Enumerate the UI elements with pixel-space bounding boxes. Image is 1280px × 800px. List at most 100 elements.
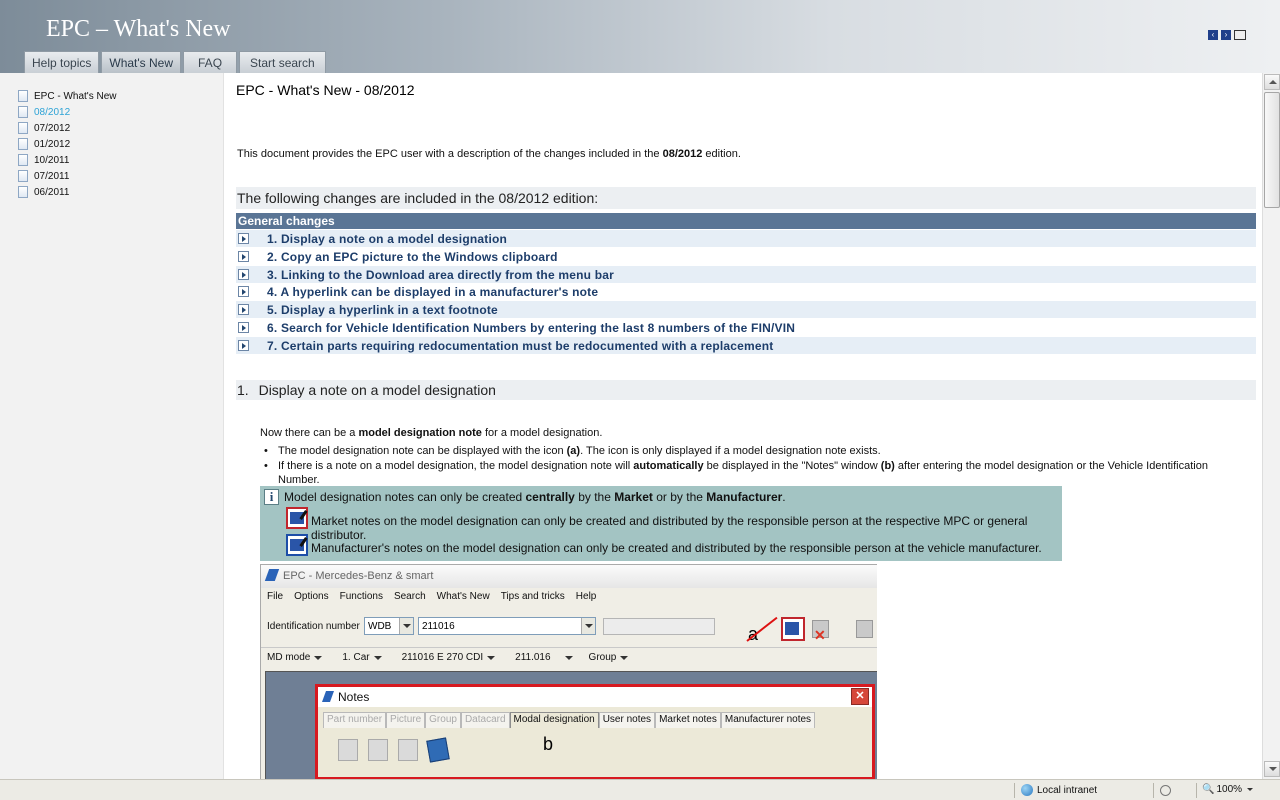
notes-title-bar: Notes ✕ (318, 687, 872, 707)
change-link[interactable]: 5. Display a hyperlink in a text footnot… (267, 303, 498, 317)
status-divider (1196, 783, 1197, 798)
id-prefix-combo: WDB (364, 617, 414, 635)
change-item-2[interactable]: 2. Copy an EPC picture to the Windows cl… (236, 248, 1256, 265)
notes-tab-datacard: Datacard (460, 712, 510, 728)
book-icon (426, 737, 450, 763)
sidebar-item-06-2011[interactable]: 06/2011 (18, 185, 69, 199)
md-label: 1. Car (342, 652, 370, 663)
md-type: 211.016 (509, 648, 573, 667)
scroll-down-icon[interactable] (1264, 761, 1280, 777)
tab-whats-new[interactable]: What's New (101, 51, 182, 73)
epc-md-row: MD mode 1. Car 211016 E 270 CDI 211.016 … (261, 647, 877, 667)
para-bold: model designation note (358, 427, 482, 439)
info-bold: Market (614, 490, 653, 504)
sidebar-item-10-2011[interactable]: 10/2011 (18, 153, 69, 167)
tab-start-search[interactable]: Start search (239, 51, 326, 73)
scroll-up-icon[interactable] (1264, 74, 1280, 90)
change-item-1[interactable]: 1. Display a note on a model designation (236, 230, 1256, 247)
change-item-5[interactable]: 5. Display a hyperlink in a text footnot… (236, 301, 1256, 318)
change-item-3[interactable]: 3. Linking to the Download area directly… (236, 266, 1256, 283)
document-icon (18, 154, 28, 166)
info-part: . (782, 490, 786, 504)
change-link[interactable]: 2. Copy an EPC picture to the Windows cl… (267, 250, 558, 264)
change-link[interactable]: 6. Search for Vehicle Identification Num… (267, 321, 795, 335)
tab-faq[interactable]: FAQ (183, 51, 238, 73)
callout-b: b (543, 734, 554, 754)
menu-tips: Tips and tricks (500, 591, 565, 602)
disabled-field (603, 618, 715, 635)
bullet-text: If there is a note on a model designatio… (278, 460, 634, 472)
sidebar-item-01-2012[interactable]: 01/2012 (18, 137, 70, 151)
document-icon (18, 122, 28, 134)
list-item: • If there is a note on a model designat… (264, 460, 1208, 486)
note-icon (338, 739, 358, 761)
section-number: 1. (237, 382, 249, 398)
chevron-down-icon (581, 618, 595, 634)
sidebar-item-07-2011[interactable]: 07/2011 (18, 169, 69, 183)
expand-arrow-icon[interactable] (238, 322, 249, 333)
zone-label: Local intranet (1037, 784, 1098, 796)
sidebar-item-whats-new[interactable]: EPC - What's New (18, 89, 116, 103)
scrollbar-thumb[interactable] (1264, 92, 1280, 208)
change-item-7[interactable]: 7. Certain parts requiring redocumentati… (236, 337, 1256, 354)
change-link[interactable]: 7. Certain parts requiring redocumentati… (267, 339, 774, 353)
vertical-scrollbar[interactable] (1262, 73, 1280, 779)
expand-arrow-icon[interactable] (238, 233, 249, 244)
nav-back-icon[interactable]: ‹ (1208, 30, 1218, 40)
chevron-down-icon (620, 655, 629, 660)
expand-arrow-icon[interactable] (238, 304, 249, 315)
change-item-6[interactable]: 6. Search for Vehicle Identification Num… (236, 319, 1256, 336)
bullet-bold: (b) (880, 460, 895, 472)
bullet-text: . The icon is only displayed if a model … (580, 445, 881, 457)
notes-window: Notes ✕ Part number Picture Group Dataca… (315, 684, 875, 779)
intro-text-part: This document provides the EPC user with… (237, 148, 663, 160)
expand-arrow-icon[interactable] (238, 269, 249, 280)
sidebar-item-label: 10/2011 (34, 154, 70, 166)
close-icon: ✕ (851, 688, 869, 705)
sidebar-item-label: 07/2012 (34, 122, 71, 134)
page-header-title: EPC – What's New (46, 16, 231, 42)
change-link[interactable]: 3. Linking to the Download area directly… (267, 268, 614, 282)
para-text: Now there can be a (260, 427, 359, 439)
market-note-icon (286, 507, 308, 529)
id-value-combo: 211016 (418, 617, 596, 635)
epc-menu-bar: File Options Functions Search What's New… (261, 591, 596, 607)
protected-mode-icon[interactable] (1160, 784, 1178, 796)
security-zone[interactable]: Local intranet (1021, 784, 1097, 796)
notes-tabs: Part number Picture Group Datacard Modal… (323, 712, 816, 728)
notes-tab-market-notes: Market notes (655, 712, 721, 728)
notes-title-text: Notes (338, 690, 370, 704)
notes-tab-manufacturer-notes: Manufacturer notes (720, 712, 816, 728)
sidebar-item-08-2012[interactable]: 08/2012 (18, 105, 70, 119)
note-grey-icon (853, 617, 877, 641)
change-item-4[interactable]: 4. A hyperlink can be displayed in a man… (236, 283, 1256, 300)
info-part: by the (574, 490, 615, 504)
help-header: EPC – What's New Help topics What's New … (0, 0, 1280, 73)
notes-toolbar (338, 737, 450, 763)
id-label: Identification number (267, 621, 360, 632)
bullet-text: be displayed in the "Notes" window (703, 460, 881, 472)
info-icon: i (264, 489, 279, 505)
chevron-down-icon (399, 618, 413, 634)
sidebar-item-07-2012[interactable]: 07/2012 (18, 121, 70, 135)
change-link[interactable]: 1. Display a note on a model designation (267, 232, 507, 246)
chevron-down-icon (373, 655, 382, 660)
print-icon[interactable] (1234, 30, 1246, 40)
expand-arrow-icon[interactable] (238, 340, 249, 351)
menu-whats-new: What's New (436, 591, 490, 602)
change-link[interactable]: 4. A hyperlink can be displayed in a man… (267, 285, 598, 299)
info-box: i Model designation notes can only be cr… (260, 486, 1062, 561)
zoom-control[interactable]: 🔍 100% (1202, 784, 1254, 795)
menu-options: Options (294, 591, 329, 602)
print-icon (398, 739, 418, 761)
expand-arrow-icon[interactable] (238, 251, 249, 262)
page-title: EPC - What's New - 08/2012 (236, 82, 415, 98)
expand-arrow-icon[interactable] (238, 286, 249, 297)
nav-forward-icon[interactable]: › (1221, 30, 1231, 40)
id-prefix-value: WDB (368, 621, 392, 632)
md-group: Group (583, 648, 629, 667)
chevron-down-icon (487, 655, 496, 660)
tab-help-topics[interactable]: Help topics (24, 51, 100, 73)
epc-window-title: EPC - Mercedes-Benz & smart (261, 565, 877, 588)
chevron-down-icon (564, 655, 573, 660)
